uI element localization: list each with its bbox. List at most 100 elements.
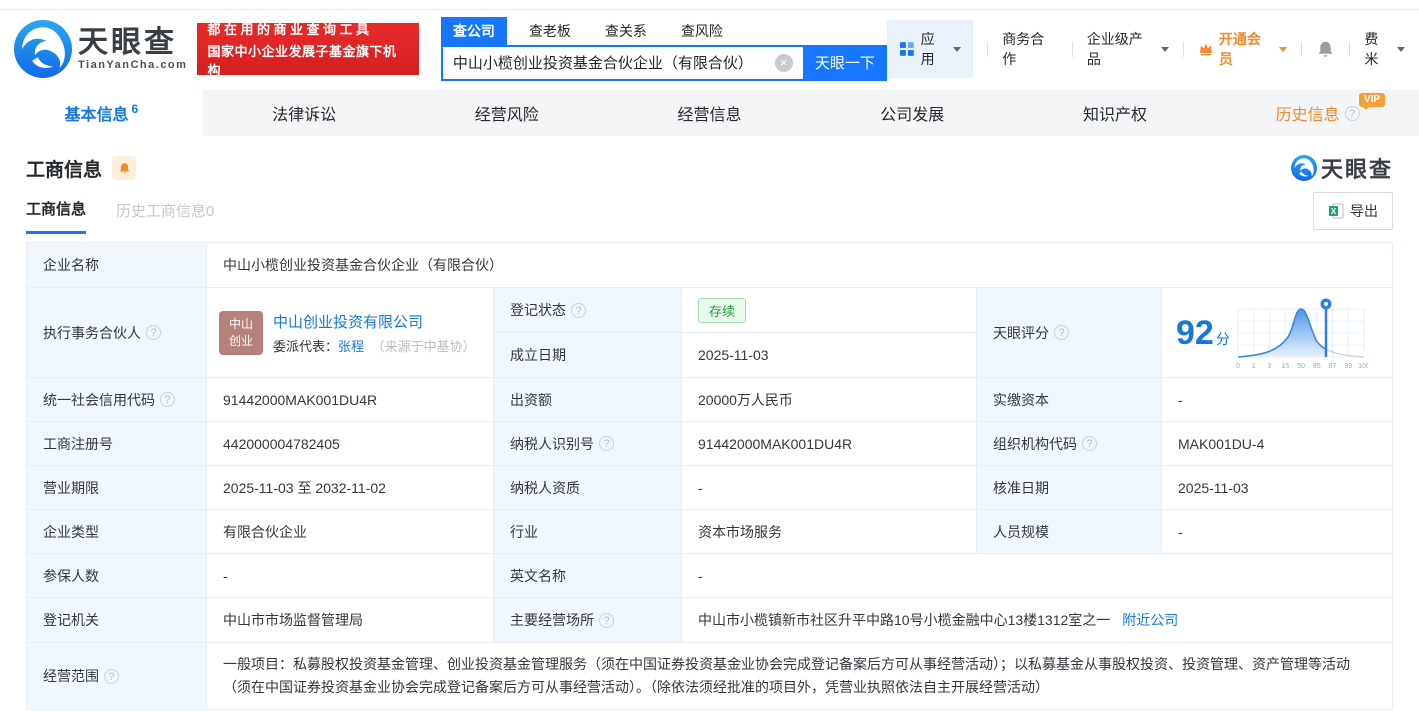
partner-info: 中山创业投资有限公司 委派代表：张程 （来源于中基协） xyxy=(273,311,476,355)
business-scope-label: 经营范围 ? xyxy=(27,643,206,709)
apps-menu[interactable]: 应用 xyxy=(886,20,974,78)
english-name-label: 英文名称 xyxy=(494,554,681,597)
help-icon[interactable]: ? xyxy=(1054,325,1069,340)
user-menu[interactable]: 费米 xyxy=(1364,29,1405,69)
reg-status-label: 登记状态 ? xyxy=(494,288,681,332)
company-name-label: 企业名称 xyxy=(27,243,206,287)
chevron-down-icon xyxy=(1161,46,1170,52)
taxpayer-id-value: 91442000MAK001DU4R xyxy=(682,422,976,465)
taxpayer-quality-value: - xyxy=(682,466,976,509)
reg-status-label-text: 登记状态 xyxy=(510,302,566,318)
english-name-value: - xyxy=(682,554,1392,597)
search-area: 查公司 查老板 查关系 查风险 × 天眼一下 xyxy=(440,16,887,81)
reg-authority-value: 中山市市场监督管理局 xyxy=(207,598,493,642)
tab-basic-info[interactable]: 基本信息 6 xyxy=(0,90,203,136)
tab-company-development[interactable]: 公司发展 xyxy=(811,90,1014,136)
search-tab-company[interactable]: 查公司 xyxy=(440,16,507,45)
help-icon[interactable]: ? xyxy=(599,612,614,628)
tab-history-info-label: 历史信息 xyxy=(1275,107,1340,124)
notifications-button[interactable] xyxy=(1316,40,1335,59)
rep-name-link[interactable]: 张程 xyxy=(338,339,364,354)
taxpayer-id-label-text: 纳税人识别号 xyxy=(510,435,594,452)
section-header: 工商信息 天眼查 xyxy=(26,152,1393,184)
subtab-business-info[interactable]: 工商信息 xyxy=(26,198,87,234)
search-bar: × 天眼一下 xyxy=(440,44,887,81)
business-cooperation-link[interactable]: 商务合作 xyxy=(1002,29,1058,69)
tab-history-info[interactable]: VIP 历史信息 ? xyxy=(1216,90,1419,136)
avatar-line2: 创业 xyxy=(228,333,253,348)
search-tab-risk[interactable]: 查风险 xyxy=(669,17,735,45)
company-type-value: 有限合伙企业 xyxy=(207,510,493,553)
tab-intellectual-property[interactable]: 知识产权 xyxy=(1014,90,1217,136)
promo-line2: 国家中小企业发展子基金旗下机构 xyxy=(207,44,397,78)
divider xyxy=(1301,41,1303,57)
subtab-history-business-info[interactable]: 历史工商信息0 xyxy=(116,200,214,233)
help-icon[interactable]: ? xyxy=(104,668,119,684)
chevron-down-icon xyxy=(1396,46,1405,52)
company-nav-tabs: 基本信息 6 法律诉讼 经营风险 经营信息 公司发展 知识产权 VIP 历史信息… xyxy=(0,90,1419,136)
business-site-address: 中山市小榄镇新市社区升平中路10号小榄金融中心13楼1312室之一 xyxy=(698,612,1111,628)
staff-size-label: 人员规模 xyxy=(977,510,1161,553)
promo-banner: 都在用的商业查询工具 国家中小企业发展子基金旗下机构 xyxy=(197,22,419,78)
help-icon[interactable]: ? xyxy=(1082,436,1097,451)
staff-size-value: - xyxy=(1162,510,1392,553)
brand-domain: TianYanCha.com xyxy=(78,58,188,71)
score-unit: 分 xyxy=(1215,330,1230,347)
est-date-label: 成立日期 xyxy=(494,333,681,377)
reg-authority-label: 登记机关 xyxy=(27,598,206,642)
enterprise-products-menu[interactable]: 企业级产品 xyxy=(1087,29,1170,69)
term-label: 营业期限 xyxy=(27,466,206,509)
subscribe-button[interactable] xyxy=(112,156,137,180)
help-icon[interactable]: ? xyxy=(146,325,161,340)
approval-date-value: 2025-11-03 xyxy=(1162,466,1392,509)
status-badge: 存续 xyxy=(698,297,747,323)
clear-icon[interactable]: × xyxy=(774,53,793,72)
business-site-value: 中山市小榄镇新市社区升平中路10号小榄金融中心13楼1312室之一 附近公司 xyxy=(682,598,1392,642)
tianyancha-swirl-icon xyxy=(14,20,72,78)
term-value: 2025-11-03 至 2032-11-02 xyxy=(207,466,493,509)
help-icon[interactable]: ? xyxy=(571,302,586,318)
search-tab-boss[interactable]: 查老板 xyxy=(517,17,583,45)
business-info-table: 企业名称 中山小榄创业投资基金合伙企业（有限合伙） 执行事务合伙人 ? 中山 创… xyxy=(26,242,1393,710)
score-label: 天眼评分 ? xyxy=(977,288,1161,377)
industry-value: 资本市场服务 xyxy=(682,510,976,553)
username: 费米 xyxy=(1364,31,1379,67)
taxpayer-quality-label: 纳税人资质 xyxy=(494,466,681,509)
help-icon[interactable]: ? xyxy=(1344,105,1360,121)
search-tab-relation[interactable]: 查关系 xyxy=(593,17,659,45)
nearby-companies-link[interactable]: 附近公司 xyxy=(1122,610,1178,630)
search-button[interactable]: 天眼一下 xyxy=(802,44,887,81)
promo-line1: 都在用的商业查询工具 xyxy=(207,22,373,37)
org-code-label: 组织机构代码 ? xyxy=(977,422,1161,465)
paid-in-value: - xyxy=(1162,378,1392,421)
industry-label: 行业 xyxy=(494,510,681,553)
help-icon[interactable]: ? xyxy=(160,392,175,407)
help-icon[interactable]: ? xyxy=(599,436,614,451)
logo-text: 天眼查 TianYanCha.com xyxy=(78,27,187,71)
partner-company-link[interactable]: 中山创业投资有限公司 xyxy=(273,314,423,331)
vip-badge: VIP xyxy=(1358,93,1386,110)
page-top-divider xyxy=(0,0,1419,10)
search-input[interactable] xyxy=(440,44,803,81)
open-vip-menu[interactable]: 开通会员 xyxy=(1198,29,1288,69)
tab-operation-info[interactable]: 经营信息 xyxy=(608,90,811,136)
divider xyxy=(987,41,989,57)
excel-icon: X xyxy=(1329,203,1344,219)
business-site-label: 主要经营场所 ? xyxy=(494,598,681,642)
approval-date-label: 核准日期 xyxy=(977,466,1161,509)
rep-source: （来源于中基协） xyxy=(371,338,476,354)
tab-legal-litigation[interactable]: 法律诉讼 xyxy=(203,90,406,136)
brand-name: 天眼查 xyxy=(78,26,177,60)
org-code-value: MAK001DU-4 xyxy=(1162,422,1392,465)
business-scope-label-text: 经营范围 xyxy=(43,668,99,684)
executive-partner-label-text: 执行事务合伙人 xyxy=(43,324,141,341)
tab-operation-risk[interactable]: 经营风险 xyxy=(405,90,608,136)
score-value: 92 分 0 1 3 15 50 85 97 99 100 xyxy=(1162,288,1392,377)
svg-text:100: 100 xyxy=(1358,363,1368,370)
apps-label: 应用 xyxy=(920,31,935,67)
divider xyxy=(1183,41,1185,57)
divider xyxy=(1349,41,1351,57)
org-code-label-text: 组织机构代码 xyxy=(993,435,1077,452)
tianyancha-logo[interactable]: 天眼查 TianYanCha.com xyxy=(14,20,187,78)
export-button[interactable]: X 导出 xyxy=(1313,192,1393,230)
